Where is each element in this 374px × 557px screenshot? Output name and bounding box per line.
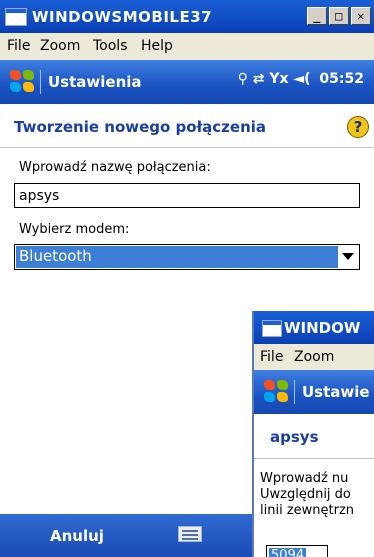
- second-page-title: apsys: [270, 428, 319, 446]
- second-menu-zoom[interactable]: Zoom: [294, 349, 334, 365]
- second-window-menu-bar: File Zoom: [254, 344, 374, 370]
- modem-selected: Bluetooth: [16, 246, 338, 268]
- second-nav-title[interactable]: Ustawie: [302, 383, 370, 401]
- page-header: Tworzenie nowego połączenia ?: [0, 104, 374, 148]
- modem-dropdown[interactable]: Bluetooth: [14, 244, 360, 270]
- status-icons-glyphs: ⚲ ⇄ Yx ◄(: [237, 71, 311, 87]
- status-icons[interactable]: ⚲ ⇄ Yx ◄( 05:52: [238, 71, 364, 87]
- nav-separator: [40, 70, 41, 94]
- second-start-flag-icon[interactable]: [264, 380, 290, 404]
- instruction-line: linii zewnętrzn: [260, 503, 355, 518]
- minimize-button[interactable]: _: [307, 7, 327, 25]
- second-window-app-icon: [262, 320, 282, 337]
- clock: 05:52: [319, 71, 364, 87]
- navigation-bar: Ustawienia ⚲ ⇄ Yx ◄( 05:52: [0, 60, 374, 104]
- menu-zoom[interactable]: Zoom: [40, 38, 80, 54]
- menu-file[interactable]: File: [7, 38, 30, 54]
- window-title: WINDOWSMOBILE37: [32, 8, 213, 26]
- chevron-down-icon[interactable]: [342, 253, 354, 260]
- second-window-instructions: Wprowadź nu Uwzględnij do linii zewnętrz…: [260, 471, 374, 519]
- menu-help[interactable]: Help: [141, 38, 173, 54]
- window-app-icon: [5, 8, 27, 26]
- second-window-navbar: Ustawie: [254, 370, 374, 414]
- page-title: Tworzenie nowego połączenia: [14, 118, 267, 136]
- modem-label: Wybierz modem:: [19, 222, 130, 237]
- connection-name-input[interactable]: apsys: [14, 183, 360, 208]
- second-window-title: WINDOW: [284, 319, 361, 337]
- connection-name-label: Wprowadź nazwę połączenia:: [19, 160, 211, 175]
- instruction-line: Uwzględnij do: [260, 487, 351, 502]
- menu-bar: File Zoom Tools Help: [0, 33, 374, 60]
- menu-tools[interactable]: Tools: [93, 38, 128, 54]
- second-window-titlebar[interactable]: WINDOW: [254, 311, 374, 344]
- instruction-line: Wprowadź nu: [260, 471, 349, 486]
- close-button[interactable]: ✕: [351, 7, 371, 25]
- keyboard-icon[interactable]: [178, 526, 202, 542]
- help-icon[interactable]: ?: [347, 116, 369, 138]
- start-flag-icon[interactable]: [10, 70, 36, 94]
- soft-key-bar: Anuluj: [0, 514, 252, 557]
- second-window-number-input[interactable]: 5094: [266, 545, 328, 557]
- second-emulator-window[interactable]: WINDOW File Zoom Ustawie apsys Wprowadź …: [252, 311, 374, 557]
- second-menu-file[interactable]: File: [260, 349, 283, 365]
- second-page-header: apsys: [254, 414, 374, 459]
- maximize-button[interactable]: □: [329, 7, 349, 25]
- nav-title[interactable]: Ustawienia: [48, 73, 142, 91]
- window-titlebar[interactable]: WINDOWSMOBILE37 _ □ ✕: [0, 0, 374, 33]
- cancel-softkey[interactable]: Anuluj: [50, 527, 104, 545]
- second-window-number-value: 5094: [269, 548, 307, 557]
- second-nav-separator: [294, 380, 295, 404]
